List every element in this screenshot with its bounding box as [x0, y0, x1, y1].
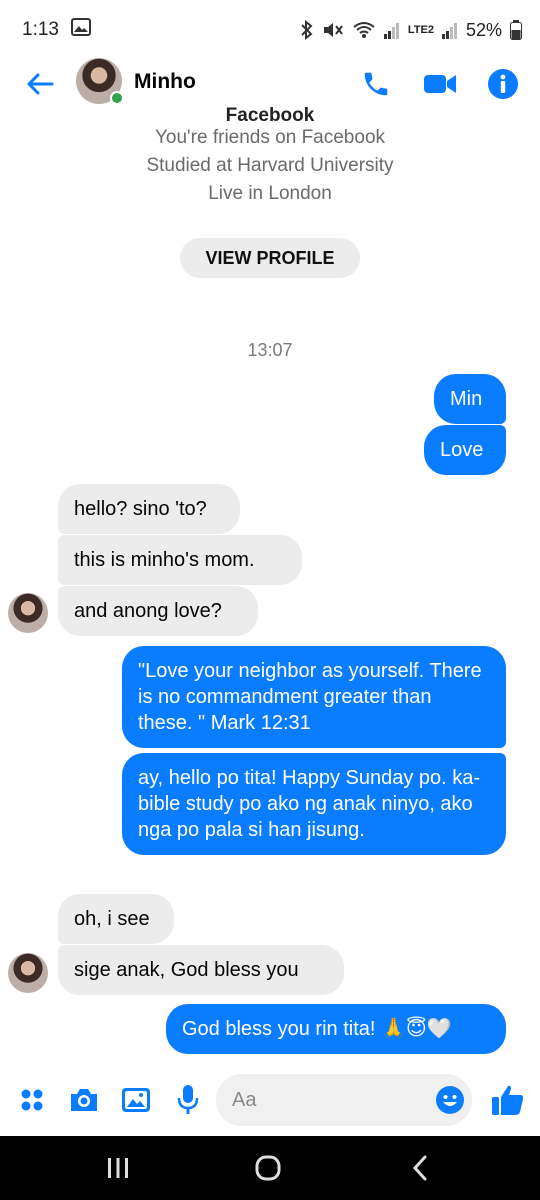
message-bubble-outgoing[interactable]: Love: [424, 425, 506, 475]
gallery-notification-icon: [70, 18, 91, 42]
education-info: Studied at Harvard University: [146, 155, 394, 176]
status-time: 1:13: [22, 19, 59, 40]
profile-platform: Facebook: [225, 105, 315, 124]
info-icon[interactable]: [483, 64, 523, 104]
sender-avatar[interactable]: [8, 593, 48, 633]
thumbs-up-icon[interactable]: [488, 1080, 528, 1120]
message-composer: Aa: [0, 1072, 540, 1128]
message-bubble-outgoing[interactable]: "Love your neighbor as yourself. There i…: [122, 646, 506, 748]
mute-icon: [322, 20, 344, 40]
system-navigation-bar: [0, 1136, 540, 1200]
signal-icon-2: [441, 21, 458, 39]
photo-gallery-icon[interactable]: [116, 1080, 156, 1120]
wifi-icon: [352, 20, 376, 40]
home-icon[interactable]: [238, 1148, 298, 1188]
message-bubble-incoming[interactable]: hello? sino 'to?: [58, 484, 240, 534]
video-call-icon[interactable]: [420, 64, 460, 104]
message-bubble-incoming[interactable]: this is minho's mom.: [58, 535, 302, 585]
contact-avatar[interactable]: [76, 58, 124, 105]
sender-avatar[interactable]: [8, 953, 48, 993]
message-bubble-incoming[interactable]: oh, i see: [58, 894, 174, 944]
message-bubble-outgoing[interactable]: Min: [434, 374, 506, 424]
microphone-icon[interactable]: [168, 1080, 208, 1120]
view-profile-button[interactable]: VIEW PROFILE: [180, 238, 360, 278]
bluetooth-icon: [300, 20, 314, 40]
message-timestamp: 13:07: [247, 340, 293, 360]
message-bubble-outgoing[interactable]: ay, hello po tita! Happy Sunday po. ka-b…: [122, 753, 506, 855]
status-bar: 1:13 LTE2 52%: [0, 0, 540, 60]
profile-summary: Facebook You're friends on Facebook Stud…: [0, 105, 540, 208]
phone-call-icon[interactable]: [356, 64, 396, 104]
contact-name[interactable]: Minho: [134, 70, 196, 94]
back-nav-icon[interactable]: [390, 1148, 450, 1188]
apps-grid-icon[interactable]: [12, 1080, 52, 1120]
camera-icon[interactable]: [64, 1080, 104, 1120]
emoji-icon[interactable]: [430, 1080, 470, 1120]
battery-icon: [510, 20, 522, 40]
back-arrow-icon[interactable]: [22, 66, 58, 102]
recent-apps-icon[interactable]: [88, 1148, 148, 1188]
signal-icon: [383, 21, 400, 39]
network-label: LTE2: [407, 23, 434, 36]
message-bubble-outgoing[interactable]: God bless you rin tita! 🙏😇🤍: [166, 1004, 506, 1054]
friends-status: You're friends on Facebook: [154, 127, 386, 148]
message-bubble-incoming[interactable]: sige anak, God bless you: [58, 945, 344, 995]
battery-percent: 52%: [465, 19, 502, 40]
message-bubble-incoming[interactable]: and anong love?: [58, 586, 258, 636]
location-info: Live in London: [208, 183, 332, 204]
